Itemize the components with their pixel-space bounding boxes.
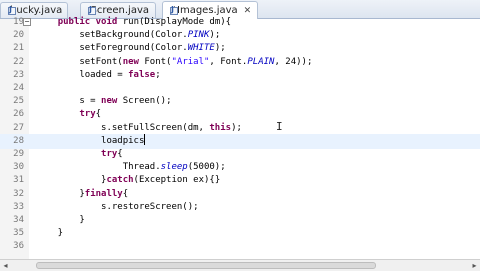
code-token: "Arial" — [171, 57, 209, 67]
code-token: new — [123, 57, 139, 67]
code-token: } — [36, 189, 85, 199]
collapse-fold-icon[interactable]: − — [23, 18, 31, 26]
code-token: loaded = — [36, 70, 128, 80]
code-token: s = — [36, 96, 101, 106]
code-token: setBackground(Color. — [36, 30, 188, 40]
code-token: run(DisplayMode dm){ — [117, 17, 231, 27]
code-token: Thread. — [36, 162, 161, 172]
code-token: setFont( — [36, 57, 123, 67]
code-token: ); — [215, 43, 226, 53]
code-token: Screen(); — [117, 96, 171, 106]
horizontal-scrollbar[interactable]: ◂ ▸ — [0, 259, 480, 271]
code-token: ); — [231, 123, 242, 133]
code-token: try — [79, 109, 95, 119]
scroll-right-icon[interactable]: ▸ — [469, 260, 480, 271]
code-token: Font( — [139, 57, 172, 67]
code-token: , 24)); — [274, 57, 312, 67]
mouse-ibeam-cursor: I — [276, 120, 282, 133]
code-token: { — [96, 109, 101, 119]
text-caret — [144, 134, 145, 145]
close-tab-icon[interactable]: ✕ — [244, 6, 252, 16]
code-token — [36, 109, 79, 119]
code-token: void — [96, 17, 118, 27]
code-token — [36, 149, 101, 159]
code-token: (Exception ex){} — [134, 175, 221, 185]
code-token: loadpics — [36, 136, 144, 146]
code-token: sleep — [161, 162, 188, 172]
code-token: s.setFullScreen(dm, — [36, 123, 209, 133]
code-token: , Font. — [209, 57, 247, 67]
code-token: this — [209, 123, 231, 133]
code-token: setForeground(Color. — [36, 43, 188, 53]
code-token — [36, 17, 58, 27]
code-token: finally — [85, 189, 123, 199]
line-number: 36 — [2, 239, 24, 254]
scroll-left-icon[interactable]: ◂ — [0, 260, 11, 271]
code-token: } — [36, 175, 106, 185]
code-token: } — [36, 228, 63, 238]
code-token: PLAIN — [247, 57, 274, 67]
code-editor[interactable]: 19− public void run(DisplayMode dm){20 s… — [0, 19, 480, 259]
code-token: new — [101, 96, 117, 106]
code-line[interactable]: 36 — [0, 239, 480, 254]
code-token: { — [123, 189, 128, 199]
code-token: } — [36, 215, 85, 225]
code-token: PINK — [188, 30, 210, 40]
code-token: try — [101, 149, 117, 159]
code-token: s.restoreScreen(); — [36, 202, 199, 212]
code-token: catch — [106, 175, 133, 185]
code-token: ; — [155, 70, 160, 80]
scrollbar-thumb[interactable] — [36, 262, 376, 269]
code-token: { — [117, 149, 122, 159]
code-token: public — [58, 17, 91, 27]
code-token: WHITE — [188, 43, 215, 53]
code-token: false — [128, 70, 155, 80]
code-token: (5000); — [188, 162, 226, 172]
code-token: ); — [209, 30, 220, 40]
